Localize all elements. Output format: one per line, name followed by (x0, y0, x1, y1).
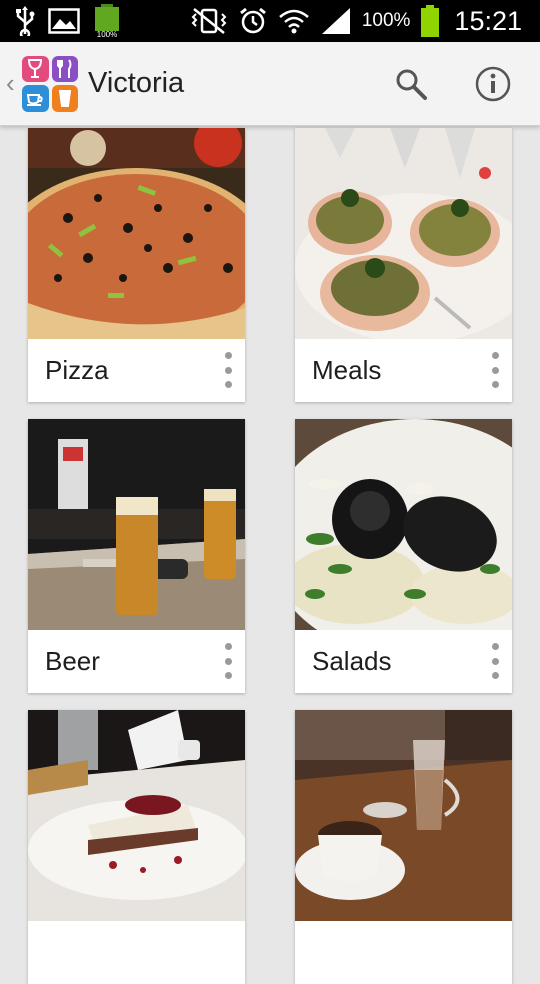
logo-tile-coffee (22, 85, 49, 112)
category-label: Salads (312, 646, 392, 676)
category-label: Meals (312, 355, 382, 385)
battery-small-label: 100% (97, 30, 117, 38)
usb-icon (16, 6, 35, 36)
category-caption (295, 921, 512, 984)
salads-photo (295, 419, 512, 630)
system-icons: 100% 15:21 (190, 5, 540, 37)
category-card-salads[interactable]: Salads (295, 419, 512, 693)
overflow-menu-icon[interactable] (490, 643, 500, 679)
page-title: Victoria (88, 67, 185, 99)
overflow-menu-icon[interactable] (223, 643, 233, 679)
alarm-icon (239, 7, 266, 34)
meals-photo (295, 128, 512, 339)
vibrate-mute-icon (191, 8, 227, 34)
overflow-menu-icon[interactable] (490, 352, 500, 388)
category-card-dessert[interactable] (28, 710, 245, 984)
category-caption: Beer (28, 630, 245, 693)
category-label: Beer (45, 646, 100, 676)
category-card-meals[interactable]: Meals (295, 128, 512, 402)
info-icon[interactable] (474, 65, 512, 103)
status-bar: 100% 100% 15:21 (0, 0, 540, 42)
action-bar: ‹ Victoria (0, 42, 540, 126)
category-card-beer[interactable]: Beer (28, 419, 245, 693)
back-chevron-icon[interactable]: ‹ (6, 68, 20, 99)
logo-tile-wine (22, 55, 49, 82)
clock: 15:21 (454, 5, 522, 36)
battery-full-small-icon: 100% (95, 4, 119, 38)
gallery-icon (48, 8, 80, 34)
wifi-icon (278, 9, 309, 34)
category-caption (28, 921, 245, 984)
category-card-coffee[interactable] (295, 710, 512, 984)
overflow-menu-icon[interactable] (223, 352, 233, 388)
action-bar-actions (394, 65, 540, 103)
category-caption: Meals (295, 339, 512, 402)
category-caption: Salads (295, 630, 512, 693)
category-label: Pizza (45, 355, 109, 385)
logo-tile-cutlery (51, 55, 78, 82)
beer-photo (28, 419, 245, 630)
notification-icons: 100% (0, 4, 122, 38)
logo-tile-drink (51, 85, 78, 112)
coffee-photo (295, 710, 512, 921)
category-card-pizza[interactable]: Pizza (28, 128, 245, 402)
search-icon[interactable] (394, 67, 428, 101)
cell-signal-icon (321, 8, 350, 34)
dessert-photo (28, 710, 245, 921)
category-caption: Pizza (28, 339, 245, 402)
battery-icon (421, 5, 440, 37)
app-logo-icon[interactable] (22, 55, 78, 112)
battery-percent: 100% (361, 10, 411, 31)
pizza-photo (28, 128, 245, 339)
